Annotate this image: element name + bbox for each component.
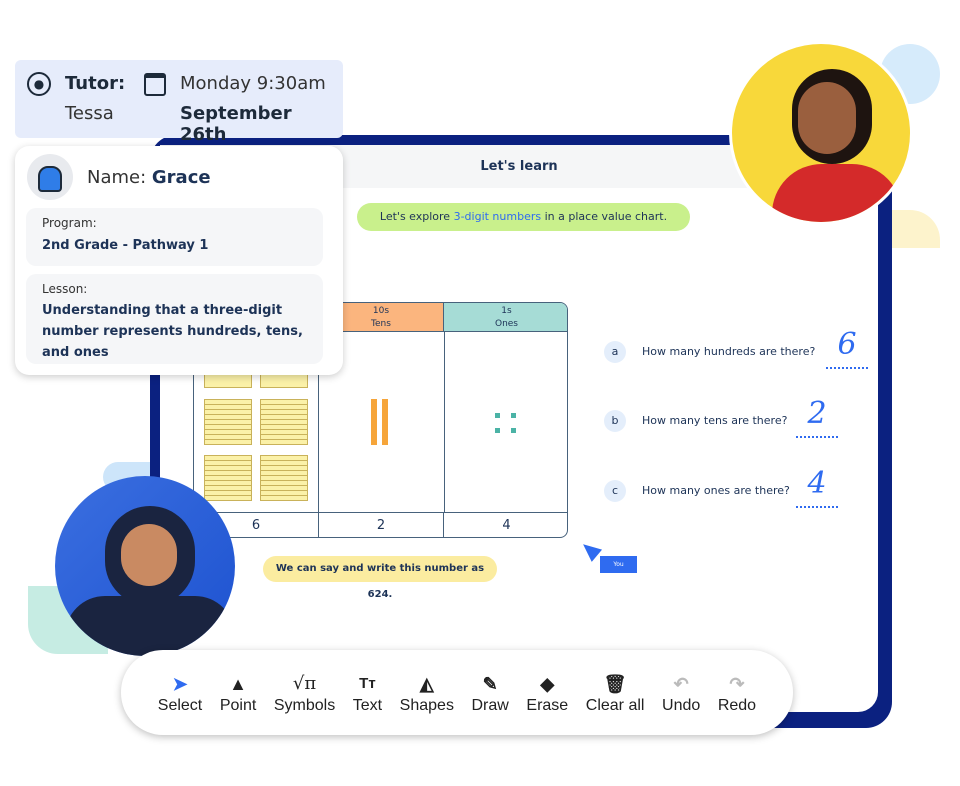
tool-clear-all[interactable]: 🗑 Clear all [586,671,645,715]
trash-icon: 🗑 [603,673,627,694]
tool-undo[interactable]: ↶ Undo [662,671,700,715]
tutor-video [729,41,913,225]
pencil-icon: ✎ [482,673,498,694]
cursor-label: You [600,556,637,573]
ten-rod [371,399,377,445]
ten-rod [382,399,388,445]
student-video [55,476,235,656]
eraser-icon: ◆ [540,673,555,694]
avatar [27,154,73,200]
tool-point[interactable]: ▲ Point [220,671,256,715]
answer-b[interactable]: 2 [796,396,838,438]
toolbar: ➤ Select ▲ Point √π Symbols Tт Text ◭ Shapes … [121,650,793,735]
lesson-box: Lesson: Understanding that a three-digit… [26,274,323,364]
tool-erase[interactable]: ◆ Erase [526,671,568,715]
answer-c[interactable]: 4 [796,466,838,508]
hundred-block [204,399,252,445]
text-size-icon: Tт [359,674,376,692]
student-card: Name: Grace Program: 2nd Grade - Pathway… [15,146,343,375]
redo-icon: ↷ [729,673,745,694]
hundred-block [260,455,308,501]
hundred-block [204,455,252,501]
session-date: September 26th [180,103,292,145]
shapes-icon: ◭ [419,673,434,694]
ones-value: 4 [502,518,511,533]
summary-pill: We can say and write this number as 624. [263,556,497,600]
calendar-icon [144,73,166,96]
tool-text[interactable]: Tт Text [353,671,382,715]
tool-draw[interactable]: ✎ Draw [472,671,509,715]
tool-select[interactable]: ➤ Select [158,671,202,715]
cursor-arrow-icon: ➤ [172,673,188,694]
tutor-name: Tessa [65,103,114,124]
tutor-label: Tutor: [65,73,126,94]
tool-redo[interactable]: ↷ Redo [718,671,756,715]
user-icon: ● [27,72,51,96]
intro-highlight: 3-digit numbers [453,210,542,223]
session-time: Monday 9:30am [180,73,326,94]
intro-pill: Let's explore 3-digit numbers in a place… [357,203,690,231]
tool-symbols[interactable]: √π Symbols [274,671,335,715]
intro-text-end: in a place value chart. [541,210,668,223]
intro-text: Let's explore [379,210,454,223]
tens-value: 2 [319,513,444,537]
program-box: Program: 2nd Grade - Pathway 1 [26,208,323,266]
sqrt-pi-icon: √π [292,672,317,694]
cursor-icon [577,538,603,562]
ones-header: 1s Ones [444,303,567,332]
pointer-icon: ▲ [229,673,247,694]
undo-icon: ↶ [673,673,689,694]
session-info-card: ● Tutor: Tessa Monday 9:30am September 2… [15,60,343,145]
tool-shapes[interactable]: ◭ Shapes [400,671,454,715]
answer-a[interactable]: 6 [826,327,868,369]
hundred-block [260,399,308,445]
student-name: Name: Grace [87,167,211,188]
